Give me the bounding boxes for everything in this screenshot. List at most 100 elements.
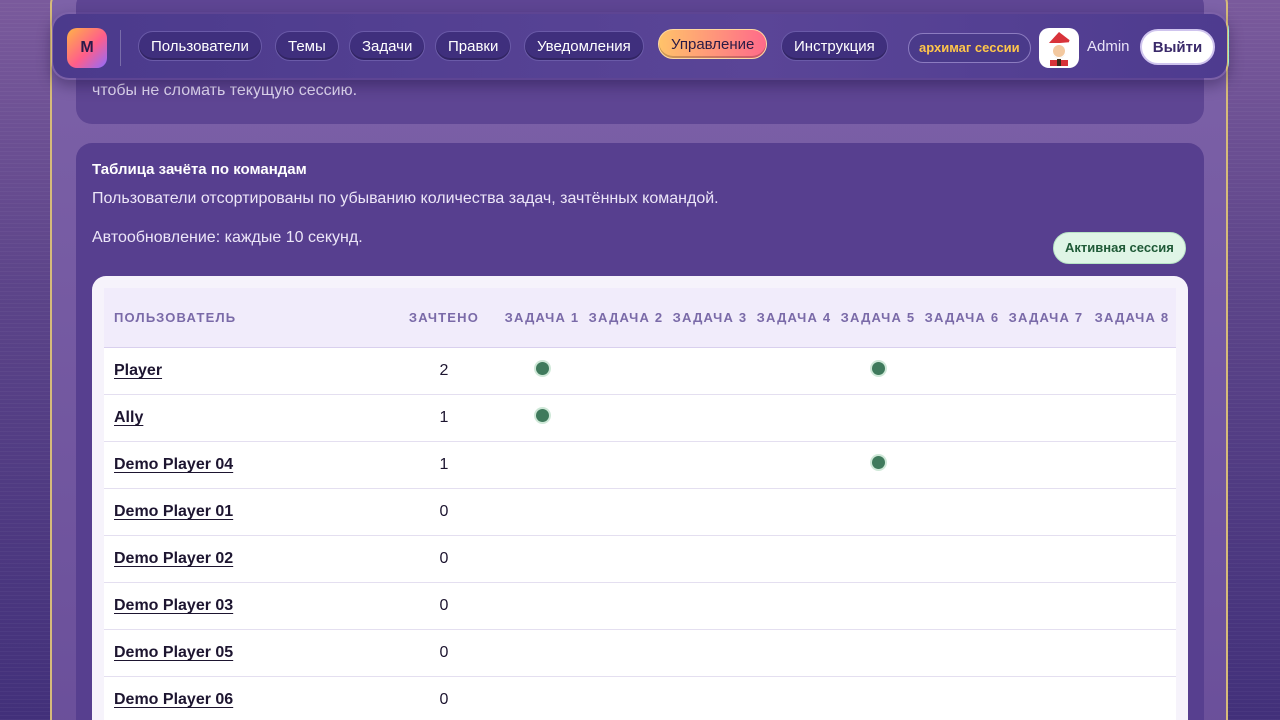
user-link[interactable]: Demo Player 06 — [114, 691, 233, 708]
user-link[interactable]: Demo Player 03 — [114, 597, 233, 614]
previous-card-text: чтобы не сломать текущую сессию. — [92, 82, 358, 99]
user-link[interactable]: Player — [114, 362, 162, 379]
nav-users[interactable]: Пользователи — [138, 31, 262, 61]
task-cell-3 — [668, 394, 752, 442]
task-cell-3 — [668, 535, 752, 583]
solved-count: 1 — [388, 394, 500, 442]
task-cell-8 — [1088, 582, 1176, 630]
solved-count: 1 — [388, 441, 500, 489]
logout-button[interactable]: Выйти — [1140, 29, 1215, 65]
santa-avatar-icon[interactable] — [1039, 28, 1079, 68]
task-cell-8 — [1088, 676, 1176, 720]
task-cell-4 — [752, 394, 836, 442]
nav-instructions[interactable]: Инструкция — [781, 31, 888, 61]
task-cell-1 — [500, 676, 584, 720]
user-cell: Ally — [104, 394, 388, 442]
task-cell-1 — [500, 441, 584, 489]
task-cell-6 — [920, 488, 1004, 536]
task-cell-7 — [1004, 488, 1088, 536]
solved-dot-icon — [871, 456, 885, 469]
scoreboard-table-wrapper: Пользователь Зачтено Задача 1 Задача 2 З… — [92, 276, 1188, 720]
nav-tasks[interactable]: Задачи — [349, 31, 426, 61]
task-cell-4 — [752, 629, 836, 677]
task-cell-4 — [752, 676, 836, 720]
table-row: Demo Player 01 0 — [104, 488, 1176, 536]
task-cell-2 — [584, 347, 668, 395]
col-task-1[interactable]: Задача 1 — [500, 288, 584, 348]
task-cell-1 — [500, 535, 584, 583]
col-task-5[interactable]: Задача 5 — [836, 288, 920, 348]
top-navbar: M Пользователи Темы Задачи Правки Уведом… — [51, 12, 1229, 80]
task-cell-7 — [1004, 441, 1088, 489]
task-cell-1 — [500, 582, 584, 630]
user-link[interactable]: Demo Player 02 — [114, 550, 233, 567]
user-cell: Demo Player 02 — [104, 535, 388, 583]
nav-notifications[interactable]: Уведомления — [524, 31, 644, 61]
solved-dot-icon — [535, 362, 549, 375]
col-task-8[interactable]: Задача 8 — [1088, 288, 1176, 348]
nav-management[interactable]: Управление — [658, 29, 768, 59]
task-cell-6 — [920, 394, 1004, 442]
task-cell-2 — [584, 535, 668, 583]
task-cell-6 — [920, 535, 1004, 583]
user-cell: Demo Player 01 — [104, 488, 388, 536]
col-task-2[interactable]: Задача 2 — [584, 288, 668, 348]
task-cell-8 — [1088, 441, 1176, 489]
santa-icon — [1047, 32, 1075, 66]
task-cell-2 — [584, 488, 668, 536]
solved-count: 0 — [388, 676, 500, 720]
user-link[interactable]: Demo Player 05 — [114, 644, 233, 661]
archmage-badge: архимаг сессии — [908, 33, 1031, 63]
task-cell-7 — [1004, 535, 1088, 583]
task-cell-5 — [836, 676, 920, 720]
task-cell-4 — [752, 441, 836, 489]
app-logo[interactable]: M — [67, 28, 107, 68]
current-username: Admin — [1087, 38, 1130, 55]
task-cell-6 — [920, 347, 1004, 395]
user-cell: Demo Player 06 — [104, 676, 388, 720]
task-cell-6 — [920, 582, 1004, 630]
task-cell-1 — [500, 347, 584, 395]
task-cell-4 — [752, 535, 836, 583]
task-cell-5 — [836, 629, 920, 677]
scoreboard-card: Таблица зачёта по командам Пользователи … — [76, 143, 1204, 720]
task-cell-2 — [584, 394, 668, 442]
col-task-4[interactable]: Задача 4 — [752, 288, 836, 348]
col-task-7[interactable]: Задача 7 — [1004, 288, 1088, 348]
task-cell-3 — [668, 582, 752, 630]
task-cell-3 — [668, 629, 752, 677]
col-solved[interactable]: Зачтено — [388, 288, 500, 348]
task-cell-2 — [584, 441, 668, 489]
table-row: Demo Player 04 1 — [104, 441, 1176, 489]
col-user[interactable]: Пользователь — [104, 288, 388, 348]
task-cell-6 — [920, 441, 1004, 489]
task-cell-2 — [584, 629, 668, 677]
task-cell-5 — [836, 488, 920, 536]
solved-dot-icon — [871, 362, 885, 375]
task-cell-3 — [668, 488, 752, 536]
task-cell-2 — [584, 676, 668, 720]
solved-count: 0 — [388, 582, 500, 630]
user-link[interactable]: Demo Player 01 — [114, 503, 233, 520]
table-row: Demo Player 05 0 — [104, 629, 1176, 677]
user-link[interactable]: Ally — [114, 409, 143, 426]
task-cell-3 — [668, 676, 752, 720]
scoreboard-description: Пользователи отсортированы по убыванию к… — [92, 190, 719, 207]
table-row: Ally 1 — [104, 394, 1176, 442]
task-cell-4 — [752, 488, 836, 536]
task-cell-8 — [1088, 347, 1176, 395]
nav-topics[interactable]: Темы — [275, 31, 339, 61]
task-cell-3 — [668, 441, 752, 489]
task-cell-8 — [1088, 629, 1176, 677]
task-cell-8 — [1088, 535, 1176, 583]
task-cell-4 — [752, 582, 836, 630]
user-cell: Player — [104, 347, 388, 395]
nav-edits[interactable]: Правки — [435, 31, 512, 61]
task-cell-2 — [584, 582, 668, 630]
task-cell-7 — [1004, 676, 1088, 720]
solved-count: 0 — [388, 535, 500, 583]
col-task-6[interactable]: Задача 6 — [920, 288, 1004, 348]
user-link[interactable]: Demo Player 04 — [114, 456, 233, 473]
task-cell-5 — [836, 582, 920, 630]
col-task-3[interactable]: Задача 3 — [668, 288, 752, 348]
